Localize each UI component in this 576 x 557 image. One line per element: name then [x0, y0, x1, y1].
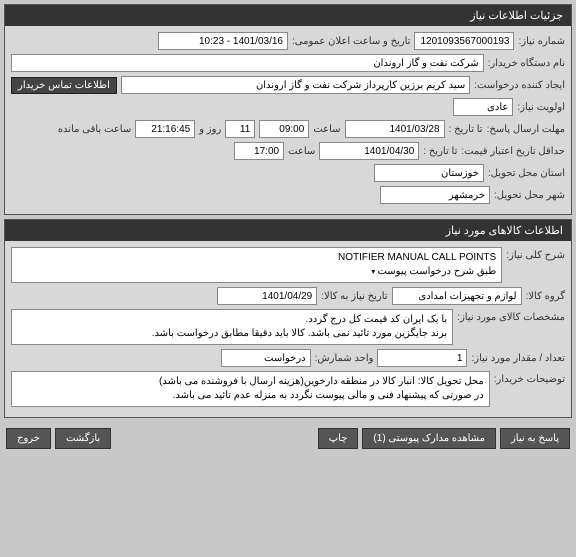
goods-spec-field: با یک ایران کد قیمت کل درج گردد.برند جای…: [11, 309, 453, 345]
priority-label: اولویت نیاز:: [517, 102, 565, 113]
buyer-org-field: شرکت نفت و گاز اروندان: [11, 54, 484, 72]
reply-time-field: 09:00: [259, 120, 309, 138]
qty-label: تعداد / مقدار مورد نیاز:: [471, 353, 565, 364]
price-validity-date-field: 1401/04/30: [319, 142, 419, 160]
qty-field: 1: [377, 349, 467, 367]
print-button[interactable]: چاپ: [318, 428, 359, 449]
days-and-label: روز و: [199, 124, 221, 135]
unit-field: درخواست: [221, 349, 311, 367]
unit-label: واحد شمارش:: [315, 353, 374, 364]
need-desc-field[interactable]: NOTIFIER MANUAL CALL POINTSطبق شرح درخوا…: [11, 247, 502, 283]
goods-info-panel: اطلاعات کالاهای مورد نیاز شرح کلی نیاز: …: [4, 219, 572, 418]
footer-toolbar: پاسخ به نیاز مشاهده مدارک پیوستی (1) چاپ…: [0, 422, 576, 455]
remaining-time-field: 21:16:45: [135, 120, 195, 138]
to-date-label-2: تا تاریخ :: [423, 146, 457, 157]
exit-button[interactable]: خروج: [6, 428, 51, 449]
goods-group-label: گروه کالا:: [526, 291, 565, 302]
time-label-1: ساعت: [313, 124, 340, 135]
panel1-body: شماره نیاز: 1201093567000193 تاریخ و ساع…: [5, 26, 571, 214]
days-count-field: 11: [225, 120, 255, 138]
need-to-goods-date-label: تاریخ نیاز به کالا:: [321, 291, 387, 302]
need-number-field: 1201093567000193: [414, 32, 514, 50]
to-date-label-1: تا تاریخ :: [449, 124, 483, 135]
attachments-button[interactable]: مشاهده مدارک پیوستی (1): [362, 428, 496, 449]
creator-label: ایجاد کننده درخواست:: [474, 80, 565, 91]
delivery-city-field: خرمشهر: [380, 186, 490, 204]
need-to-goods-date-field: 1401/04/29: [217, 287, 317, 305]
price-validity-label: حداقل تاریخ اعتبار قیمت:: [461, 146, 565, 157]
public-announce-field: 1401/03/16 - 10:23: [158, 32, 288, 50]
buyer-notes-field: محل تحویل کالا: انبار کالا در منطقه دارخ…: [11, 371, 490, 407]
buyer-notes-label: توضیحات خریدار:: [494, 371, 565, 385]
priority-field: عادی: [453, 98, 513, 116]
buyer-contact-button[interactable]: اطلاعات تماس خریدار: [11, 77, 117, 94]
need-desc-label: شرح کلی نیاز:: [506, 247, 565, 261]
delivery-province-label: استان محل تحویل:: [488, 168, 565, 179]
reply-button[interactable]: پاسخ به نیاز: [500, 428, 570, 449]
reply-date-field: 1401/03/28: [345, 120, 445, 138]
panel1-header: جزئیات اطلاعات نیاز: [5, 5, 571, 26]
goods-group-field: لوازم و تجهیزات امدادی: [392, 287, 522, 305]
delivery-city-label: شهر محل تحویل:: [494, 190, 565, 201]
panel2-body: شرح کلی نیاز: NOTIFIER MANUAL CALL POINT…: [5, 241, 571, 417]
creator-field: سید کریم برزین کارپرداز شرکت نفت و گاز ا…: [121, 76, 470, 94]
buyer-org-label: نام دستگاه خریدار:: [488, 58, 565, 69]
back-button[interactable]: بازگشت: [55, 428, 111, 449]
delivery-province-field: خوزستان: [374, 164, 484, 182]
reply-deadline-label: مهلت ارسال پاسخ:: [487, 124, 565, 135]
panel2-header: اطلاعات کالاهای مورد نیاز: [5, 220, 571, 241]
time-label-2: ساعت: [288, 146, 315, 157]
need-details-panel: جزئیات اطلاعات نیاز شماره نیاز: 12010935…: [4, 4, 572, 215]
need-number-label: شماره نیاز:: [518, 36, 565, 47]
public-announce-label: تاریخ و ساعت اعلان عمومی:: [292, 36, 411, 47]
price-validity-time-field: 17:00: [234, 142, 284, 160]
goods-spec-label: مشخصات کالای مورد نیاز:: [457, 309, 565, 323]
remaining-label: ساعت باقی مانده: [58, 124, 131, 135]
